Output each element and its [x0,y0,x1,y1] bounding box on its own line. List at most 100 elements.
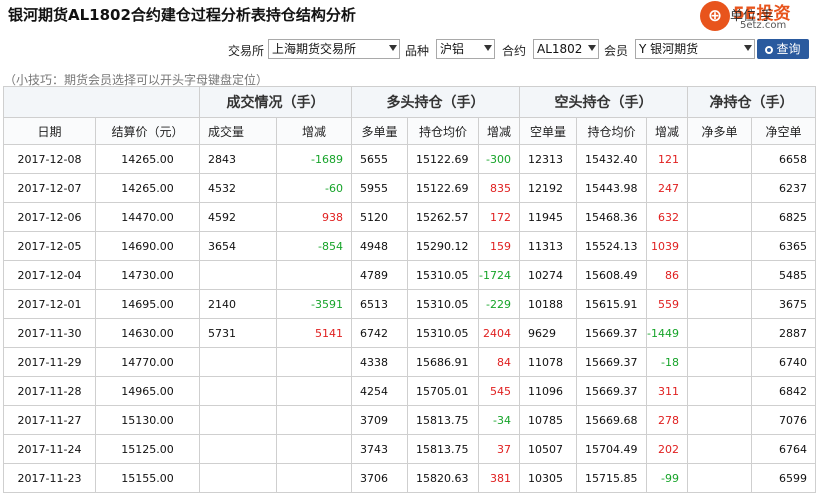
table-row: 2017-11-29 14770.00 4338 15686.91 84 11078 156… [3,347,816,377]
cell-long: 5655 [351,144,408,174]
group-header-net: 净持仓（手） [687,86,816,118]
cell-net-short: 6764 [751,434,816,464]
table-body: 2017-12-08 14265.00 2843 -1689 5655 15122.69-… [3,144,816,493]
cell-vol: 4592 [199,202,277,232]
cell-short-avg: 15715.85 [576,463,647,493]
cell-net-long [687,289,752,319]
cell-short-chg: 311 [646,376,688,406]
cell-net-short: 6658 [751,144,816,174]
cell-short-avg: 15443.98 [576,173,647,203]
cell-long-chg: 2404 [478,318,520,348]
cell-short: 12192 [519,173,577,203]
cell-vol [199,463,277,493]
cell-net-long [687,318,752,348]
col-header-net-long: 净多单 [687,117,752,145]
exchange-select-value: 上海期货交易所 [272,42,357,56]
contract-label: 合约 [502,44,527,58]
cell-net-short: 2887 [751,318,816,348]
cell-vol-chg: 938 [276,202,352,232]
cell-long: 3706 [351,463,408,493]
variety-select-value: 沪铝 [440,42,465,56]
cell-short-chg: 278 [646,405,688,435]
cell-short-avg: 15669.37 [576,376,647,406]
col-header-net-short: 净空单 [751,117,816,145]
exchange-select[interactable]: 上海期货交易所 [268,39,400,59]
unit-label: 单位:手 [730,9,774,24]
cell-date: 2017-12-08 [3,144,96,174]
cell-vol-chg [276,376,352,406]
cell-long-avg: 15290.12 [407,231,479,261]
contract-select-value: AL1802 [537,42,583,56]
member-select[interactable]: Y 银河期货 [635,39,755,59]
cell-net-long [687,463,752,493]
cell-short: 10785 [519,405,577,435]
cell-long-avg: 15310.05 [407,289,479,319]
cell-price: 15130.00 [95,405,200,435]
cell-vol-chg [276,405,352,435]
cell-short-chg: -18 [646,347,688,377]
cell-short-chg: 86 [646,260,688,290]
variety-select[interactable]: 沪铝 [436,39,495,59]
cell-short-avg: 15615.91 [576,289,647,319]
cell-date: 2017-12-04 [3,260,96,290]
cell-short: 10188 [519,289,577,319]
member-select-value: Y 银河期货 [639,42,699,56]
cell-net-short: 6599 [751,463,816,493]
cell-net-long [687,173,752,203]
cell-short-chg: 632 [646,202,688,232]
contract-select[interactable]: AL1802 [533,39,599,59]
cell-vol: 2843 [199,144,277,174]
table-row: 2017-12-07 14265.00 4532 -60 5955 15122.69 835… [3,173,816,203]
cell-net-long [687,202,752,232]
col-header-long: 多单量 [351,117,408,145]
cell-short-avg: 15669.37 [576,347,647,377]
cell-long: 3743 [351,434,408,464]
cell-vol-chg: -854 [276,231,352,261]
table-row: 2017-12-05 14690.00 3654 -854 4948 15290.12 15… [3,231,816,261]
cell-net-short: 6842 [751,376,816,406]
cell-price: 15155.00 [95,463,200,493]
cell-date: 2017-11-23 [3,463,96,493]
cell-net-short: 7076 [751,405,816,435]
cell-price: 14770.00 [95,347,200,377]
cell-short-avg: 15432.40 [576,144,647,174]
cell-vol [199,405,277,435]
cell-short: 11945 [519,202,577,232]
table-row: 2017-12-01 14695.00 2140 -3591 6513 15310.05-… [3,289,816,319]
cell-vol-chg [276,434,352,464]
group-header-empty [3,86,200,118]
cell-long-chg: 835 [478,173,520,203]
cell-date: 2017-11-30 [3,318,96,348]
chevron-down-icon [744,45,752,51]
col-header-short: 空单量 [519,117,577,145]
cell-long-chg: 84 [478,347,520,377]
filter-bar: 交易所 上海期货交易所 品种 沪铝 合约 AL1802 会员 Y 银河期货 查询 [0,39,817,61]
cell-net-short: 6365 [751,231,816,261]
cell-price: 14470.00 [95,202,200,232]
cell-date: 2017-11-29 [3,347,96,377]
query-button[interactable]: 查询 [757,39,809,59]
cell-long-avg: 15813.75 [407,405,479,435]
cell-date: 2017-11-27 [3,405,96,435]
site-logo[interactable]: ⊕ 5E投资 5etz.com 单位:手 [700,1,811,34]
cell-vol-chg: -3591 [276,289,352,319]
cell-short-chg: 1039 [646,231,688,261]
cell-long-avg: 15705.01 [407,376,479,406]
cell-short: 12313 [519,144,577,174]
cell-long: 5120 [351,202,408,232]
cell-vol [199,376,277,406]
cell-price: 14690.00 [95,231,200,261]
cell-short-avg: 15524.13 [576,231,647,261]
cell-vol [199,260,277,290]
cell-vol: 5731 [199,318,277,348]
cell-short-avg: 15669.68 [576,405,647,435]
cell-short-chg: 121 [646,144,688,174]
cell-vol: 4532 [199,173,277,203]
cell-vol: 3654 [199,231,277,261]
cell-long-chg: 172 [478,202,520,232]
cell-vol-chg: 5141 [276,318,352,348]
cell-long-avg: 15820.63 [407,463,479,493]
col-header-date: 日期 [3,117,96,145]
cell-price: 14265.00 [95,144,200,174]
cell-net-long [687,434,752,464]
